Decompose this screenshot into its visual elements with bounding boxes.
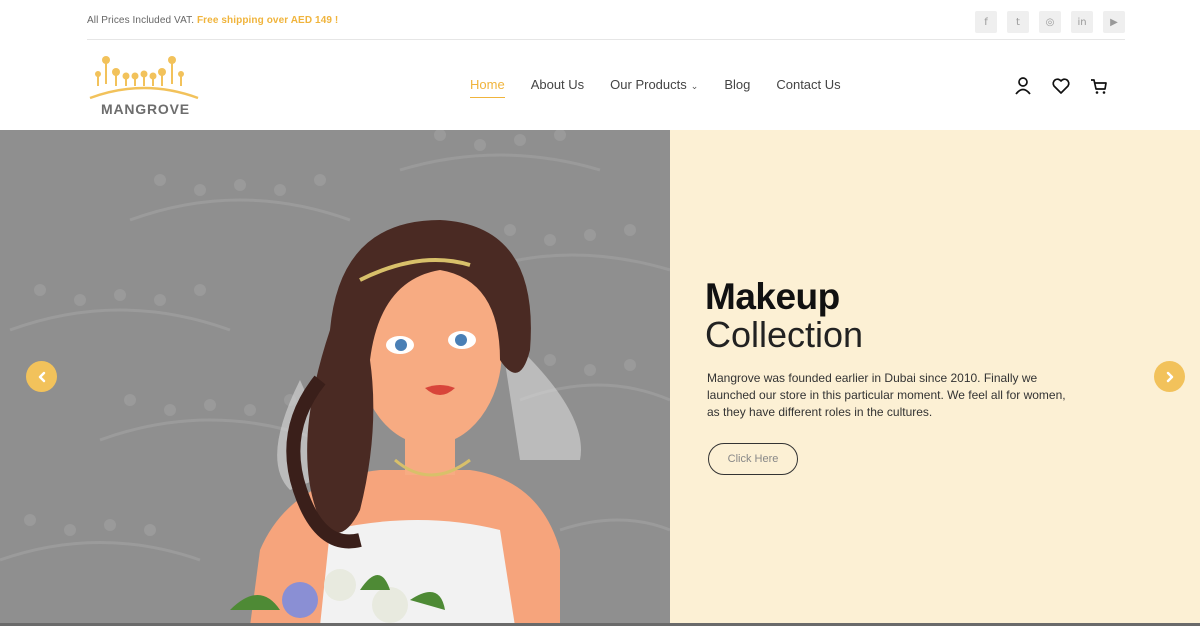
top-bar: All Prices Included VAT. Free shipping o… bbox=[0, 0, 1200, 40]
free-shipping-note: Free shipping over AED 149 ! bbox=[196, 15, 339, 26]
header-actions bbox=[1013, 76, 1109, 96]
nav-our-products-label: Our Products bbox=[610, 77, 687, 92]
hero-title: Makeup bbox=[705, 276, 840, 317]
twitter-icon[interactable]: t bbox=[1007, 11, 1029, 33]
top-bar-inner: All Prices Included VAT. Free shipping o… bbox=[87, 0, 1125, 40]
instagram-icon[interactable]: ◎ bbox=[1039, 11, 1061, 33]
nav-contact-us[interactable]: Contact Us bbox=[776, 77, 840, 97]
vat-note: All Prices Included VAT. bbox=[87, 15, 195, 26]
shipping-note: All Prices Included VAT. Free shipping o… bbox=[87, 15, 338, 26]
hero-subtitle: Collection bbox=[705, 314, 864, 355]
nav-our-products[interactable]: Our Products ⌄ bbox=[610, 77, 698, 97]
logo[interactable]: MANGROVE bbox=[88, 52, 200, 118]
linkedin-icon[interactable]: in bbox=[1071, 11, 1093, 33]
youtube-icon[interactable]: ▶ bbox=[1103, 11, 1125, 33]
nav-blog-label: Blog bbox=[724, 77, 751, 92]
heart-icon[interactable] bbox=[1051, 76, 1071, 96]
user-icon[interactable] bbox=[1013, 76, 1033, 96]
slider-prev-button[interactable] bbox=[26, 361, 57, 392]
nav-contact-us-label: Contact Us bbox=[776, 77, 841, 92]
nav-home[interactable]: Home bbox=[470, 77, 505, 98]
nav-blog[interactable]: Blog bbox=[724, 77, 750, 97]
facebook-icon[interactable]: f bbox=[975, 11, 997, 33]
logo-mark-icon bbox=[89, 56, 199, 100]
nav-about-us[interactable]: About Us bbox=[531, 77, 584, 97]
chevron-left-icon bbox=[38, 371, 45, 382]
chevron-down-icon: ⌄ bbox=[690, 81, 699, 91]
brand-name: MANGROVE bbox=[101, 101, 190, 117]
hero-image bbox=[0, 130, 670, 626]
click-here-button[interactable]: Click Here bbox=[708, 443, 798, 475]
hero-content: Makeup Collection Mangrove was founded e… bbox=[670, 130, 1200, 626]
hero-slider: Makeup Collection Mangrove was founded e… bbox=[0, 130, 1200, 626]
nav-home-label: Home bbox=[470, 77, 505, 92]
social-links: f t ◎ in ▶ bbox=[975, 11, 1125, 33]
main-nav: Home About Us Our Products ⌄ Blog Contact… bbox=[470, 77, 867, 98]
chevron-right-icon bbox=[1166, 371, 1173, 382]
hero-description: Mangrove was founded earlier in Dubai si… bbox=[707, 371, 1066, 419]
cart-icon[interactable] bbox=[1089, 76, 1109, 96]
bride-illustration bbox=[0, 130, 670, 626]
site-header: MANGROVE Home About Us Our Products ⌄ Blo… bbox=[0, 40, 1200, 130]
slider-next-button[interactable] bbox=[1154, 361, 1185, 392]
nav-about-us-label: About Us bbox=[530, 77, 585, 92]
